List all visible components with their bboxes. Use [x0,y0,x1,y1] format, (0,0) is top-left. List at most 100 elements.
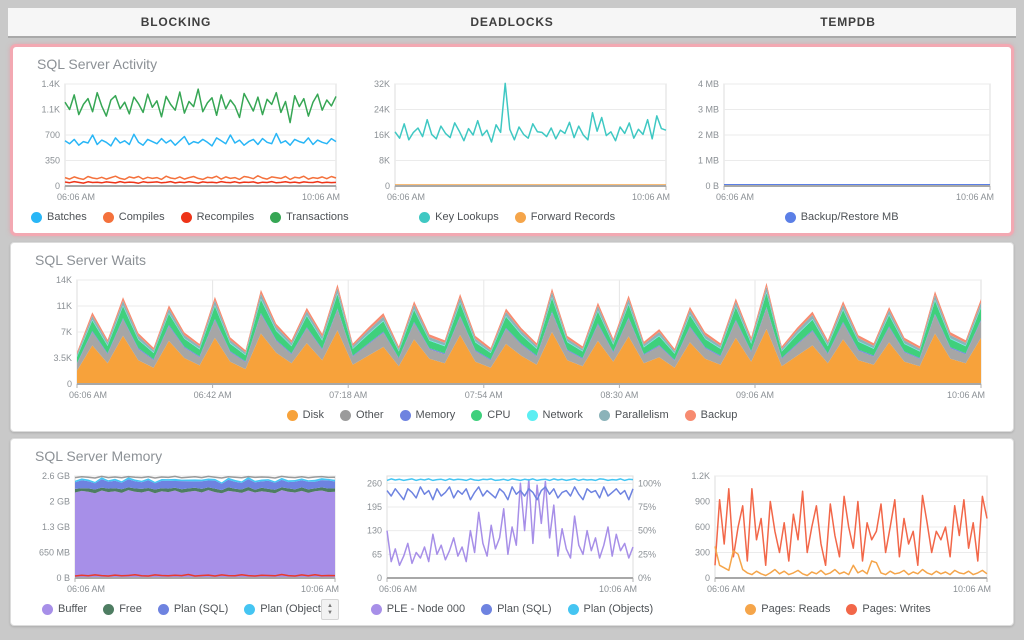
legend-item-pages-writes[interactable]: Pages: Writes [846,603,930,615]
chart-cell-key-lookups: 08K16K24K32K06:06 AM10:06 AM Key Lookups… [361,78,674,230]
tab-tempdb[interactable]: TEMPDB [680,8,1016,36]
svg-text:10:06 AM: 10:06 AM [599,584,637,594]
legend-label: Memory [416,409,456,421]
svg-text:65: 65 [372,549,382,559]
svg-text:0: 0 [377,573,382,583]
svg-text:1.1K: 1.1K [41,105,60,115]
legend-item-transactions[interactable]: Transactions [270,211,349,223]
legend-label: Network [543,409,583,421]
svg-text:32K: 32K [374,79,390,89]
svg-text:07:18 AM: 07:18 AM [329,390,367,400]
svg-text:09:06 AM: 09:06 AM [736,390,774,400]
legend-item-memory[interactable]: Memory [400,409,456,421]
legend-item-forward-records[interactable]: Forward Records [515,211,615,223]
legend-item-plan-sql[interactable]: Plan (SQL) [481,603,551,615]
chart-waits-svg: 03.5K7K11K14K06:06 AM06:42 AM07:18 AM07:… [33,274,991,402]
svg-text:130: 130 [367,526,382,536]
svg-text:06:06 AM: 06:06 AM [387,192,425,202]
svg-text:1.3 GB: 1.3 GB [42,522,70,532]
chart-cell-memory-areas: 0 B650 MB1.3 GB2 GB2.6 GB06:06 AM10:06 A… [29,470,343,622]
legend-label: Plan (SQL) [174,603,228,615]
legend-item-backup[interactable]: Backup [685,409,738,421]
stepper-up-icon[interactable]: ▲ [327,603,333,610]
chart-pages[interactable]: 03006009001.2K06:06 AM10:06 AM [681,470,995,596]
svg-text:3 MB: 3 MB [698,105,719,115]
legend-dot-icon [181,212,192,223]
legend-label: Free [119,603,142,615]
svg-text:0: 0 [67,379,72,389]
svg-text:06:06 AM: 06:06 AM [57,192,95,202]
legend-item-cpu[interactable]: CPU [471,409,510,421]
legend-item-backup-restore-mb[interactable]: Backup/Restore MB [785,211,899,223]
chart-waits[interactable]: 03.5K7K11K14K06:06 AM06:42 AM07:18 AM07:… [33,274,991,402]
legend-label: Backup [701,409,738,421]
legend-dot-icon [685,410,696,421]
legend-dot-icon [158,604,169,615]
legend-dot-icon [419,212,430,223]
svg-text:350: 350 [45,156,60,166]
legend-item-key-lookups[interactable]: Key Lookups [419,211,499,223]
legend-item-plan-objects[interactable]: Plan (Objects) [568,603,654,615]
legend-item-network[interactable]: Network [527,409,583,421]
legend-dot-icon [371,604,382,615]
legend-key-lookups: Key Lookups Forward Records [361,204,674,230]
legend-item-parallelism[interactable]: Parallelism [599,409,669,421]
svg-text:06:06 AM: 06:06 AM [716,192,754,202]
legend-pages: Pages: Reads Pages: Writes [681,596,995,622]
svg-text:8K: 8K [379,156,390,166]
legend-item-plan-sql[interactable]: Plan (SQL) [158,603,228,615]
svg-text:300: 300 [695,548,710,558]
legend-item-disk[interactable]: Disk [287,409,324,421]
svg-text:0: 0 [55,181,60,191]
chart-memory-areas[interactable]: 0 B650 MB1.3 GB2 GB2.6 GB06:06 AM10:06 A… [29,470,343,596]
legend-label: Plan (Objects) [260,603,330,615]
legend-item-pages-reads[interactable]: Pages: Reads [745,603,830,615]
chart-key-lookups[interactable]: 08K16K24K32K06:06 AM10:06 AM [361,78,674,204]
tab-blocking[interactable]: BLOCKING [8,8,344,36]
svg-text:75%: 75% [638,502,656,512]
chart-cell-waits: 03.5K7K11K14K06:06 AM06:42 AM07:18 AM07:… [33,274,991,428]
stepper-down-icon[interactable]: ▼ [327,610,333,617]
svg-text:0: 0 [705,573,710,583]
svg-text:50%: 50% [638,526,656,536]
legend-item-recompiles[interactable]: Recompiles [181,211,254,223]
legend-label: Key Lookups [435,211,499,223]
panel-title-waits: SQL Server Waits [11,250,1013,272]
legend-backup-restore: Backup/Restore MB [686,204,998,230]
svg-text:10:06 AM: 10:06 AM [947,390,985,400]
legend-scroll-stepper[interactable]: ▲▼ [321,599,339,620]
chart-ple[interactable]: 0651301952600%25%50%75%100%06:06 AM10:06… [355,470,669,596]
dashboard: BLOCKING DEADLOCKS TEMPDB SQL Server Act… [8,8,1016,626]
legend-item-free[interactable]: Free [103,603,142,615]
legend-label: Compiles [119,211,165,223]
legend-item-compiles[interactable]: Compiles [103,211,165,223]
chart-backup-restore-svg: 0 B1 MB2 MB3 MB4 MB06:06 AM10:06 AM [686,78,998,204]
svg-text:14K: 14K [56,275,72,285]
legend-item-other[interactable]: Other [340,409,384,421]
svg-text:0: 0 [385,181,390,191]
legend-item-ple-node-000[interactable]: PLE - Node 000 [371,603,465,615]
svg-text:16K: 16K [374,130,390,140]
svg-text:10:06 AM: 10:06 AM [953,584,991,594]
legend-dot-icon [42,604,53,615]
legend-item-buffer[interactable]: Buffer [42,603,87,615]
svg-text:2.6 GB: 2.6 GB [42,471,70,481]
chart-activity-rates[interactable]: 03507001.1K1.4K06:06 AM10:06 AM [31,78,349,204]
chart-backup-restore[interactable]: 0 B1 MB2 MB3 MB4 MB06:06 AM10:06 AM [686,78,998,204]
svg-text:06:06 AM: 06:06 AM [707,584,745,594]
svg-text:700: 700 [45,130,60,140]
svg-text:3.5K: 3.5K [53,353,72,363]
legend-item-plan-objects[interactable]: Plan (Objects) [244,603,330,615]
legend-label: Parallelism [615,409,669,421]
svg-text:11K: 11K [57,301,72,311]
svg-text:2 GB: 2 GB [49,497,70,507]
legend-item-batches[interactable]: Batches [31,211,87,223]
svg-text:06:06 AM: 06:06 AM [69,390,107,400]
svg-text:4 MB: 4 MB [698,79,719,89]
panel-sql-server-waits: SQL Server Waits 03.5K7K11K14K06:06 AM06… [10,242,1014,432]
svg-text:195: 195 [367,502,382,512]
svg-text:06:06 AM: 06:06 AM [379,584,417,594]
chart-pages-svg: 03006009001.2K06:06 AM10:06 AM [681,470,995,596]
legend-label: Buffer [58,603,87,615]
tab-deadlocks[interactable]: DEADLOCKS [344,8,680,36]
